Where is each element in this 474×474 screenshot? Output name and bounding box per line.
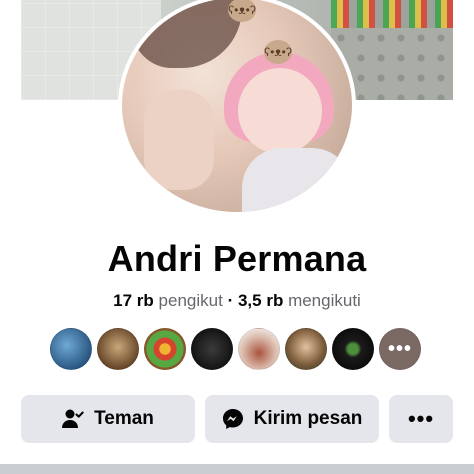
bear-sticker-icon: ʕ•ᴥ•ʔ xyxy=(228,0,256,22)
stats-separator: · xyxy=(227,291,234,310)
more-options-button[interactable]: ••• xyxy=(389,395,453,443)
friends-button-label: Teman xyxy=(94,408,154,429)
followers-label[interactable]: pengikut xyxy=(159,291,223,310)
friend-avatar[interactable] xyxy=(144,328,186,370)
friend-avatar[interactable] xyxy=(191,328,233,370)
section-divider xyxy=(0,464,474,474)
friends-preview: ••• xyxy=(50,328,426,370)
bear-sticker-icon: ʕ•ᴥ•ʔ xyxy=(264,40,292,64)
followers-count[interactable]: 17 rb xyxy=(113,291,154,310)
more-friends-button[interactable]: ••• xyxy=(379,328,421,370)
profile-picture-hand xyxy=(144,90,214,190)
more-friends-label: ••• xyxy=(387,338,412,360)
profile-name: Andri Permana xyxy=(107,238,367,279)
friend-avatar[interactable] xyxy=(238,328,280,370)
friend-avatar[interactable] xyxy=(50,328,92,370)
cover-photo-fence xyxy=(331,0,453,28)
profile-picture-hair xyxy=(132,0,242,68)
friend-avatar[interactable] xyxy=(97,328,139,370)
following-label[interactable]: mengikuti xyxy=(288,291,361,310)
friend-check-icon xyxy=(62,409,84,429)
send-message-button[interactable]: Kirim pesan xyxy=(205,395,379,443)
messenger-icon xyxy=(222,408,244,430)
following-count[interactable]: 3,5 rb xyxy=(238,291,283,310)
profile-picture[interactable]: ʕ•ᴥ•ʔ ʕ•ᴥ•ʔ xyxy=(122,0,352,212)
friend-avatar[interactable] xyxy=(332,328,374,370)
profile-picture-baby-face xyxy=(238,68,322,154)
profile-picture-shirt xyxy=(242,148,352,212)
send-message-button-label: Kirim pesan xyxy=(253,408,363,429)
follow-stats: 17 rb pengikut · 3,5 rb mengikuti xyxy=(0,291,474,311)
friend-avatar[interactable] xyxy=(285,328,327,370)
more-dots-icon: ••• xyxy=(407,406,435,431)
friends-button[interactable]: Teman xyxy=(21,395,195,443)
